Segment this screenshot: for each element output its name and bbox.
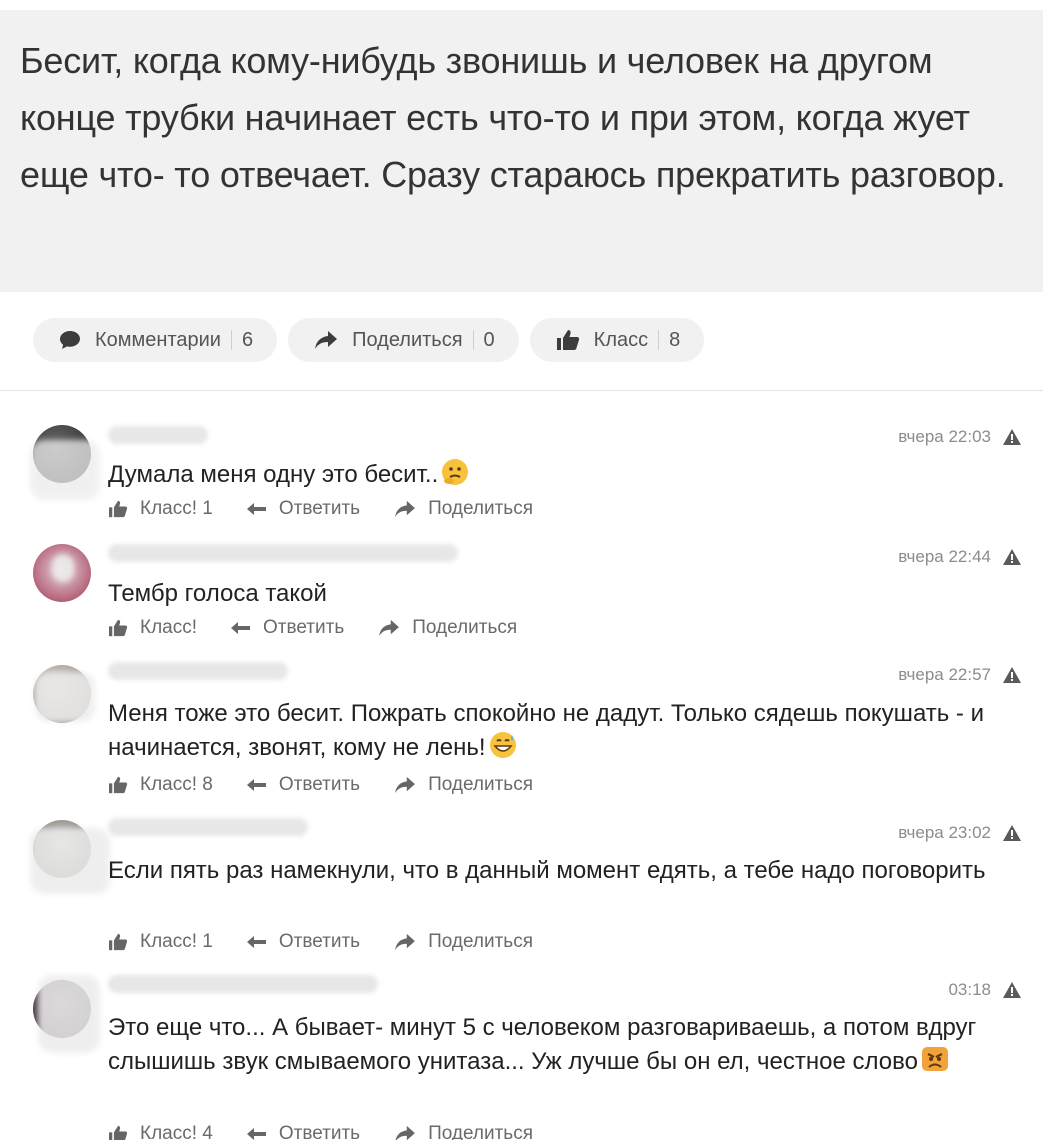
like-button[interactable]: Класс 8 (529, 318, 705, 362)
avatar-redaction (35, 672, 95, 722)
author-name-redacted[interactable] (108, 818, 308, 836)
share-count: 0 (483, 328, 495, 351)
comment-like-button[interactable]: Класс! 4 (108, 1123, 213, 1140)
author-name-redacted[interactable] (108, 662, 288, 680)
thumbs-up-icon (109, 1125, 128, 1140)
separator (472, 330, 474, 350)
post-text: Бесит, когда кому-нибудь звонишь и челов… (20, 40, 1006, 195)
share-arrow-icon (379, 619, 400, 637)
author-name-redacted[interactable] (108, 426, 208, 444)
comment-text: Если пять раз намекнули, что в данный мо… (108, 857, 986, 884)
separator (658, 330, 660, 350)
share-arrow-icon (395, 1125, 415, 1140)
warning-icon[interactable] (1003, 982, 1021, 998)
comment-like-button[interactable]: Класс! 1 (108, 498, 213, 520)
comment-time: вчера 22:44 (898, 547, 1021, 567)
comment-time: вчера 22:03 (898, 427, 1021, 447)
comment-text: Думала меня одну это бесит.. (108, 457, 1023, 491)
comment-like-button[interactable]: Класс! 1 (108, 931, 213, 953)
post-actions: Комментарии 6 Поделиться 0 Класс 8 (33, 318, 705, 362)
comment-reply-button[interactable]: Ответить (246, 1123, 360, 1140)
warning-icon[interactable] (1003, 549, 1021, 565)
avatar-redaction (30, 440, 100, 500)
comment-reply-button[interactable]: Ответить (231, 617, 344, 639)
reply-arrow-icon (246, 779, 266, 791)
share-arrow-icon (315, 331, 338, 349)
author-name-redacted[interactable] (108, 544, 458, 562)
comment-reply-button[interactable]: Ответить (246, 498, 360, 520)
comment-reply-button[interactable]: Ответить (246, 931, 360, 953)
comment-share-button[interactable]: Поделиться (394, 931, 533, 953)
author-name-redacted[interactable] (108, 975, 378, 993)
reply-arrow-icon (246, 936, 266, 948)
warning-icon[interactable] (1003, 667, 1021, 683)
comment-actions: Класс! 1 Ответить Поделиться (108, 498, 567, 520)
thumbs-up-icon (109, 933, 128, 951)
comment-actions: Класс! Ответить Поделиться (108, 617, 551, 639)
like-label: Класс (593, 328, 649, 351)
share-arrow-icon (395, 933, 415, 951)
comment-actions: Класс! 8 Ответить Поделиться (108, 774, 567, 796)
avatar-redaction (52, 554, 74, 582)
comment-share-button[interactable]: Поделиться (378, 617, 517, 639)
comment-time: вчера 22:57 (898, 665, 1021, 685)
reply-arrow-icon (246, 503, 266, 515)
share-button[interactable]: Поделиться 0 (288, 318, 519, 362)
comment-text: Тембр голоса такой (108, 580, 327, 607)
comment-icon (60, 331, 80, 349)
thumbs-up-icon (109, 776, 128, 794)
comment-time: вчера 23:02 (898, 823, 1021, 843)
comment-text: Это еще что... А бывает- минут 5 с челов… (108, 1014, 977, 1075)
share-arrow-icon (395, 500, 415, 518)
like-count: 8 (669, 328, 681, 351)
comment-like-button[interactable]: Класс! 8 (108, 774, 213, 796)
comment-actions: Класс! 1 Ответить Поделиться (108, 931, 567, 953)
warning-icon[interactable] (1003, 825, 1021, 841)
comment-reply-button[interactable]: Ответить (246, 774, 360, 796)
avatar-redaction (30, 828, 110, 894)
reply-arrow-icon (246, 1128, 266, 1140)
post-card: Бесит, когда кому-нибудь звонишь и челов… (0, 10, 1043, 292)
share-arrow-icon (395, 776, 415, 794)
comment-share-button[interactable]: Поделиться (394, 498, 533, 520)
separator (230, 330, 232, 350)
avatar-redaction (38, 975, 100, 1053)
comment-like-button[interactable]: Класс! (108, 617, 197, 639)
thumbs-up-icon (109, 619, 128, 637)
comments-label: Комментарии (95, 328, 221, 351)
warning-icon[interactable] (1003, 429, 1021, 445)
comment-text: Меня тоже это бесит. Пожрать спокойно не… (108, 700, 984, 761)
comment-actions: Класс! 4 Ответить Поделиться (108, 1123, 567, 1140)
comments-button[interactable]: Комментарии 6 (33, 318, 278, 362)
comment-time: 03:18 (948, 980, 1021, 1000)
comments-count: 6 (241, 328, 254, 351)
comment-share-button[interactable]: Поделиться (394, 1123, 533, 1140)
divider (0, 390, 1043, 391)
grinning-sweat-face-emoji (489, 732, 516, 758)
share-label: Поделиться (352, 328, 463, 351)
thumbs-up-icon (109, 500, 128, 518)
reply-arrow-icon (231, 622, 250, 634)
comment-share-button[interactable]: Поделиться (394, 774, 533, 796)
thumbs-up-icon (556, 330, 579, 350)
angry-face-emoji (921, 1047, 948, 1071)
thinking-face-emoji (442, 459, 469, 485)
